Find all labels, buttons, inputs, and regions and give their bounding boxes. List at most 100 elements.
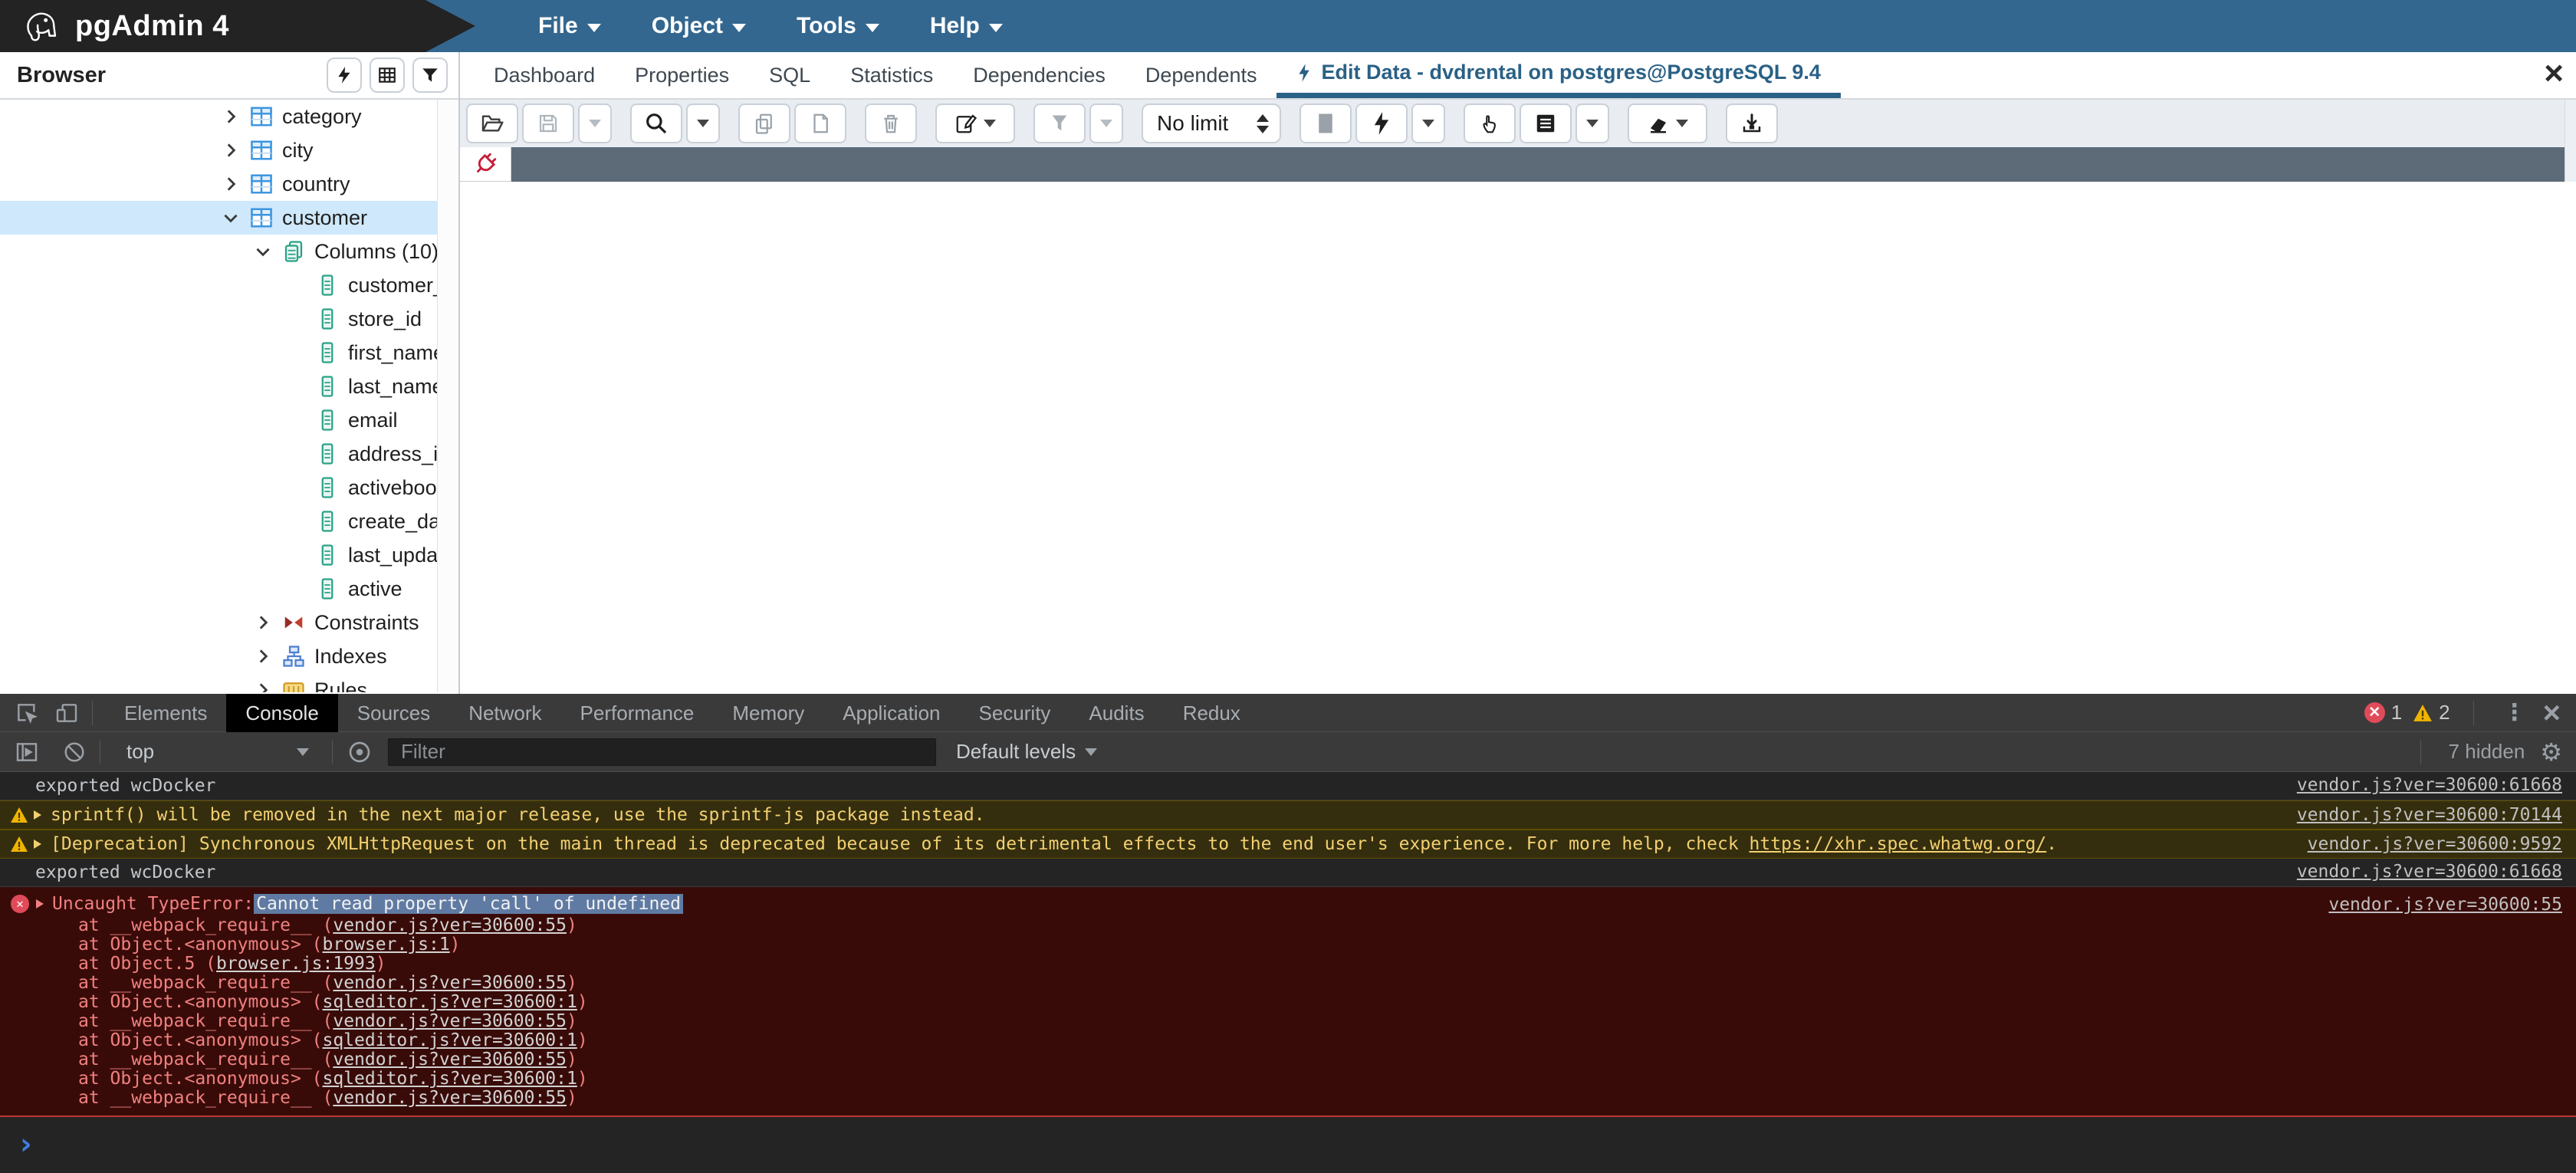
log-levels-select[interactable]: Default levels <box>956 740 1097 764</box>
console-sidebar-toggle-icon[interactable] <box>14 739 40 765</box>
tree-item-address-id[interactable]: address_id <box>0 437 458 471</box>
tree-item-email[interactable]: email <box>0 403 458 437</box>
error-count-badge[interactable]: ✕ 1 <box>2364 701 2402 724</box>
download-csv-button[interactable] <box>1726 104 1778 143</box>
tab-dependencies[interactable]: Dependencies <box>953 52 1125 98</box>
tab-dependents[interactable]: Dependents <box>1125 52 1277 98</box>
tree-item-customer[interactable]: customer <box>0 201 458 235</box>
devtools-menu-icon[interactable]: ⋮ <box>2497 699 2532 726</box>
tree-item-store-id[interactable]: store_id <box>0 302 458 336</box>
tree-item-last-update[interactable]: last_update <box>0 538 458 572</box>
source-link[interactable]: vendor.js?ver=30600:55 <box>333 973 567 993</box>
execute-button[interactable] <box>1355 104 1408 143</box>
expand-triangle-icon[interactable] <box>34 810 41 820</box>
tree-item-activebool[interactable]: activebool <box>0 471 458 504</box>
tree-item-indexes[interactable]: Indexes <box>0 639 458 673</box>
tree-item-category[interactable]: category <box>0 100 458 133</box>
source-link[interactable]: vendor.js?ver=30600:55 <box>333 1050 567 1070</box>
paste-button[interactable] <box>794 104 846 143</box>
source-link[interactable]: browser.js:1 <box>323 935 450 955</box>
save-button[interactable] <box>522 104 574 143</box>
explain-button[interactable] <box>1464 104 1516 143</box>
devtools-tab-redux[interactable]: Redux <box>1164 694 1260 732</box>
source-link[interactable]: vendor.js?ver=30600:70144 <box>2297 805 2562 825</box>
spinner-arrows-icon[interactable] <box>1257 114 1269 133</box>
chevron-right-icon[interactable] <box>253 680 273 692</box>
tab-statistics[interactable]: Statistics <box>830 52 953 98</box>
context-select[interactable]: top <box>113 740 320 764</box>
warning-count-badge[interactable]: 2 <box>2413 701 2450 724</box>
expand-triangle-icon[interactable] <box>36 899 44 909</box>
filter-menu-button[interactable] <box>1089 104 1123 143</box>
view-data-button[interactable] <box>370 58 405 93</box>
save-menu-button[interactable] <box>578 104 612 143</box>
devtools-close-icon[interactable]: × <box>2543 698 2561 728</box>
row-limit-select[interactable]: No limit <box>1142 104 1281 143</box>
tree-item-create-date[interactable]: create_date <box>0 504 458 538</box>
scrollbar-gutter[interactable] <box>2564 100 2576 182</box>
explain-options-button[interactable] <box>1520 104 1572 143</box>
filter-button[interactable] <box>412 58 448 93</box>
whatwg-spec-link[interactable]: https://xhr.spec.whatwg.org/ <box>1750 834 2047 854</box>
source-link[interactable]: sqleditor.js?ver=30600:1 <box>323 992 577 1012</box>
find-button[interactable] <box>630 104 682 143</box>
eye-icon[interactable] <box>347 739 373 765</box>
console-prompt[interactable]: › <box>0 1117 2576 1171</box>
expand-triangle-icon[interactable] <box>34 840 41 849</box>
grid-column-header-bar[interactable] <box>511 147 2564 182</box>
devtools-tab-sources[interactable]: Sources <box>338 694 449 732</box>
devtools-tab-elements[interactable]: Elements <box>105 694 226 732</box>
menu-object[interactable]: Object <box>652 13 746 39</box>
delete-row-button[interactable] <box>865 104 917 143</box>
devtools-tab-audits[interactable]: Audits <box>1070 694 1163 732</box>
tree-item-first-name[interactable]: first_name <box>0 336 458 370</box>
devtools-tab-performance[interactable]: Performance <box>561 694 714 732</box>
chevron-right-icon[interactable] <box>253 613 273 632</box>
tab-properties[interactable]: Properties <box>615 52 749 98</box>
devtools-tab-security[interactable]: Security <box>960 694 1070 732</box>
source-link[interactable]: sqleditor.js?ver=30600:1 <box>323 1030 577 1050</box>
source-link[interactable]: vendor.js?ver=30600:55 <box>333 1088 567 1108</box>
chevron-right-icon[interactable] <box>253 646 273 666</box>
chevron-right-icon[interactable] <box>221 174 241 194</box>
source-link[interactable]: vendor.js?ver=30600:61668 <box>2297 862 2562 882</box>
open-file-button[interactable] <box>466 104 518 143</box>
chevron-down-icon[interactable] <box>253 242 273 261</box>
chevron-right-icon[interactable] <box>221 140 241 160</box>
edit-button[interactable] <box>935 104 1015 143</box>
tree-item-last-name[interactable]: last_name <box>0 370 458 403</box>
tree-item-rules[interactable]: Rules <box>0 673 458 692</box>
console-settings-gear-icon[interactable]: ⚙ <box>2540 738 2562 767</box>
chevron-right-icon[interactable] <box>221 107 241 127</box>
source-link[interactable]: vendor.js?ver=30600:55 <box>2328 895 2562 915</box>
copy-button[interactable] <box>738 104 790 143</box>
tab-dashboard[interactable]: Dashboard <box>474 52 615 98</box>
filter-rows-button[interactable] <box>1033 104 1086 143</box>
execute-menu-button[interactable] <box>1411 104 1445 143</box>
clear-console-icon[interactable] <box>61 739 87 765</box>
tree-item-country[interactable]: country <box>0 167 458 201</box>
source-link[interactable]: sqleditor.js?ver=30600:1 <box>323 1069 577 1089</box>
source-link[interactable]: vendor.js?ver=30600:55 <box>333 1011 567 1031</box>
source-link[interactable]: vendor.js?ver=30600:55 <box>333 915 567 935</box>
inspect-element-icon[interactable] <box>14 700 40 726</box>
tree-item-city[interactable]: city <box>0 133 458 167</box>
devtools-tab-memory[interactable]: Memory <box>713 694 823 732</box>
close-tab-icon[interactable]: × <box>2544 57 2564 90</box>
devtools-tab-network[interactable]: Network <box>449 694 560 732</box>
tree-item-columns[interactable]: Columns (10) <box>0 235 458 268</box>
source-link[interactable]: vendor.js?ver=30600:9592 <box>2308 834 2562 854</box>
menu-file[interactable]: File <box>538 13 601 39</box>
hidden-messages-label[interactable]: 7 hidden <box>2449 740 2525 764</box>
devtools-tab-application[interactable]: Application <box>823 694 959 732</box>
devtools-tab-console[interactable]: Console <box>226 694 337 732</box>
source-link[interactable]: browser.js:1993 <box>216 954 376 974</box>
tree-item-constraints[interactable]: Constraints <box>0 606 458 639</box>
menu-help[interactable]: Help <box>930 13 1003 39</box>
tree-item-active[interactable]: active <box>0 572 458 606</box>
device-toolbar-icon[interactable] <box>54 700 80 726</box>
find-menu-button[interactable] <box>686 104 720 143</box>
tab-edit-data-active[interactable]: Edit Data - dvdrental on postgres@Postgr… <box>1276 52 1840 98</box>
tree-item-customer-id[interactable]: customer_id <box>0 268 458 302</box>
tree-scrollbar[interactable] <box>437 100 458 692</box>
